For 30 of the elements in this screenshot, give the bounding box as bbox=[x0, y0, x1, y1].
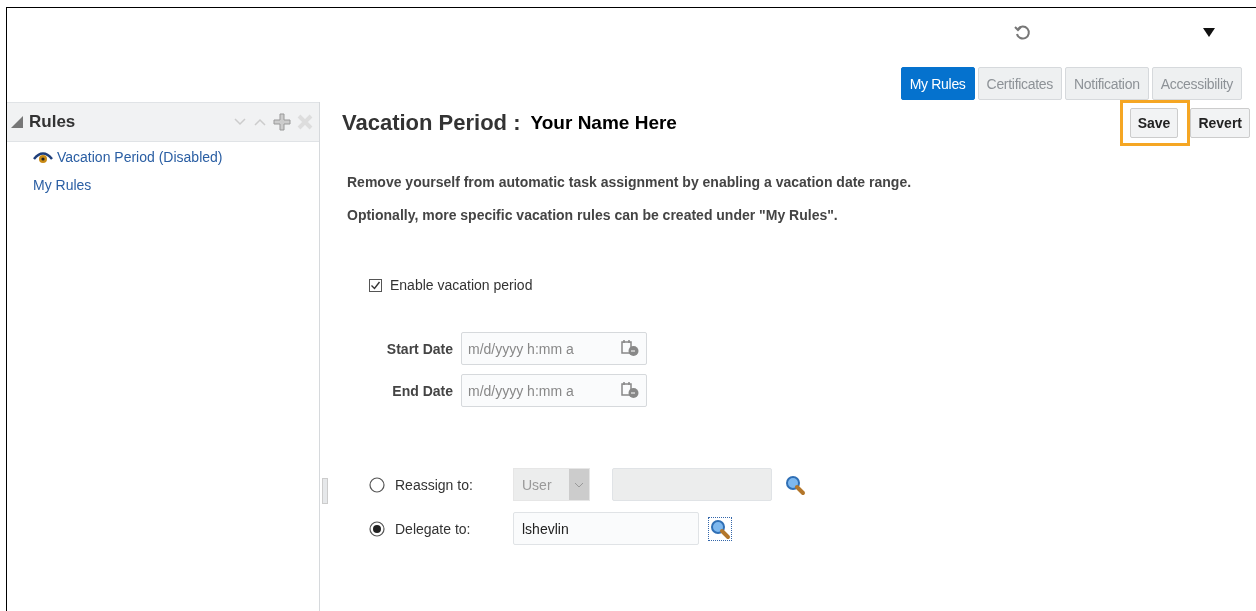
checkbox-label: Enable vacation period bbox=[390, 277, 533, 293]
option-label: Reassign to: bbox=[395, 476, 474, 493]
splitter-handle[interactable] bbox=[322, 478, 328, 504]
dropdown-icon[interactable] bbox=[1203, 28, 1215, 37]
search-icon[interactable] bbox=[784, 473, 806, 496]
calendar-icon[interactable] bbox=[620, 338, 640, 358]
date-field[interactable]: m/d/yyyy h:mm a bbox=[461, 332, 647, 365]
description-text: Remove yourself from automatic task assignment by enabling a vacation date range. bbox=[347, 174, 913, 190]
revert-button[interactable]: Revert bbox=[1190, 108, 1250, 138]
radio-button[interactable] bbox=[369, 520, 385, 537]
search-icon[interactable] bbox=[709, 517, 731, 540]
user-name: Your Name Here bbox=[530, 112, 678, 134]
eye-icon bbox=[33, 150, 53, 164]
option-label: Delegate to: bbox=[395, 520, 472, 537]
description-text: Optionally, more specific vacation rules can be created under "My Rules". bbox=[347, 207, 839, 223]
save-button[interactable]: Save bbox=[1129, 108, 1179, 138]
rule-link[interactable]: Vacation Period (Disabled) bbox=[33, 149, 319, 165]
rule-link[interactable]: My Rules bbox=[33, 177, 319, 193]
date-field[interactable]: m/d/yyyy h:mm a bbox=[461, 374, 647, 407]
checkbox[interactable] bbox=[369, 278, 382, 292]
user-field[interactable]: lshevlin bbox=[513, 512, 699, 545]
tab[interactable]: My Rules bbox=[900, 67, 975, 100]
field-label: Start Date bbox=[385, 340, 453, 357]
collapse-icon[interactable] bbox=[11, 116, 23, 128]
chevron-down-icon bbox=[574, 481, 584, 488]
panel-title: Rules bbox=[29, 112, 77, 132]
page-title: Vacation Period : bbox=[342, 110, 521, 136]
field-label: End Date bbox=[391, 382, 453, 399]
calendar-icon[interactable] bbox=[620, 380, 640, 400]
add-icon[interactable] bbox=[273, 113, 291, 131]
